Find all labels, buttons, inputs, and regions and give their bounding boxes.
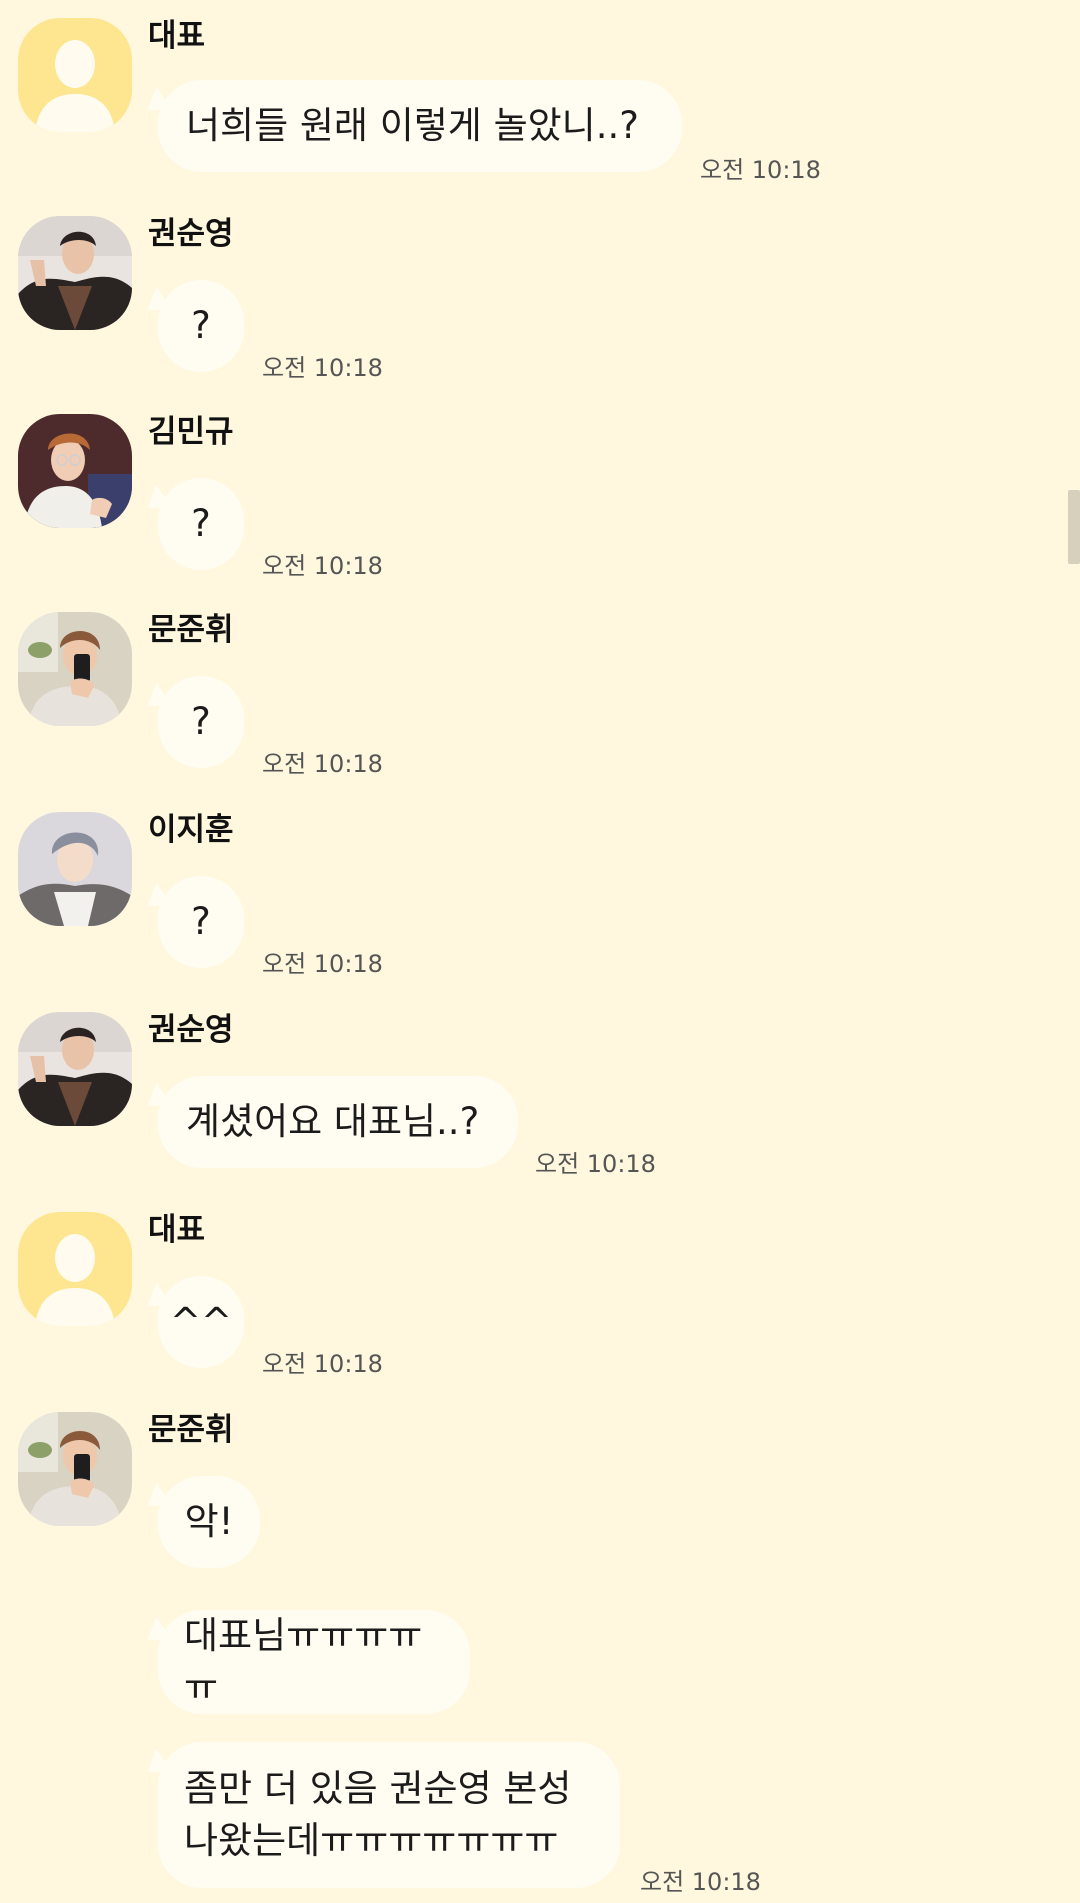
message-time: 오전 10:18: [262, 950, 383, 978]
default-profile-icon[interactable]: [18, 1212, 132, 1326]
message-bubble[interactable]: ?: [158, 876, 244, 968]
message-time: 오전 10:18: [262, 354, 383, 382]
sender-name: 권순영: [148, 1012, 234, 1048]
profile-photo[interactable]: [18, 216, 132, 330]
sender-name: 김민규: [148, 414, 234, 450]
message-time: 오전 10:18: [262, 552, 383, 580]
message-time: 오전 10:18: [535, 1150, 656, 1178]
sender-name: 대표: [148, 18, 206, 54]
sender-name: 대표: [148, 1212, 206, 1248]
message-bubble[interactable]: 너희들 원래 이렇게 놀았니..?: [158, 80, 682, 172]
message-bubble[interactable]: 대표님ㅠㅠㅠㅠㅠ: [158, 1610, 470, 1714]
profile-photo[interactable]: [18, 1412, 132, 1526]
message-bubble[interactable]: ?: [158, 478, 244, 570]
default-profile-icon[interactable]: [18, 18, 132, 132]
scrollbar-thumb[interactable]: [1068, 490, 1080, 564]
profile-photo[interactable]: [18, 1012, 132, 1126]
message-bubble[interactable]: 계셨어요 대표님..?: [158, 1076, 518, 1168]
message-bubble[interactable]: 좀만 더 있음 권순영 본성 나왔는데ㅠㅠㅠㅠㅠㅠㅠ: [158, 1742, 620, 1888]
message-time: 오전 10:18: [262, 750, 383, 778]
message-bubble[interactable]: ^^: [158, 1276, 244, 1368]
profile-photo[interactable]: [18, 612, 132, 726]
message-bubble[interactable]: ?: [158, 280, 244, 372]
sender-name: 권순영: [148, 216, 234, 252]
sender-name: 문준휘: [148, 1412, 234, 1448]
sender-name: 문준휘: [148, 612, 234, 648]
message-time: 오전 10:18: [640, 1868, 761, 1896]
message-bubble[interactable]: ?: [158, 676, 244, 768]
sender-name: 이지훈: [148, 812, 234, 848]
chat-room[interactable]: 대표 너희들 원래 이렇게 놀았니..? 오전 10:18 권순영 ? 오전 1…: [0, 0, 1080, 1903]
message-bubble[interactable]: 악!: [158, 1476, 260, 1568]
message-time: 오전 10:18: [700, 156, 821, 184]
profile-photo[interactable]: [18, 414, 132, 528]
profile-photo[interactable]: [18, 812, 132, 926]
message-time: 오전 10:18: [262, 1350, 383, 1378]
